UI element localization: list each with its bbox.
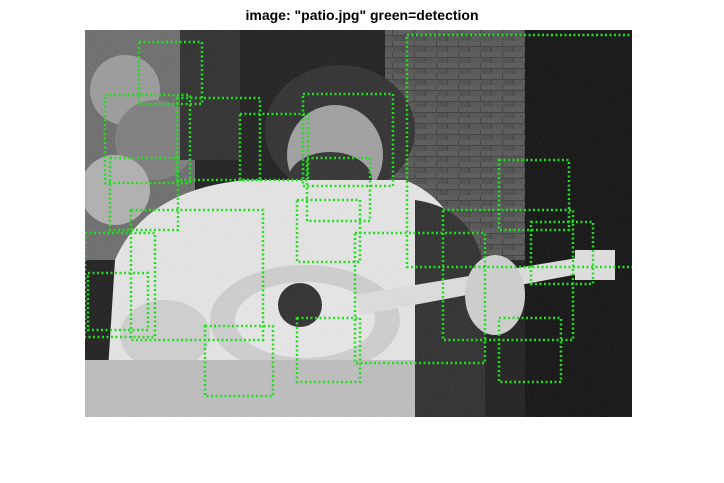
detection-box	[529, 220, 595, 286]
detection-box	[301, 92, 395, 188]
detection-box	[137, 40, 204, 106]
detection-box	[108, 156, 180, 232]
detection-box	[305, 156, 372, 223]
detection-box	[353, 231, 487, 365]
detection-box	[295, 198, 362, 264]
detection-box	[497, 316, 563, 384]
detection-box	[85, 231, 157, 339]
image-axes	[85, 30, 632, 417]
detection-box	[497, 158, 571, 232]
detection-box	[295, 316, 362, 384]
detection-box	[441, 208, 575, 342]
detection-overlay	[85, 33, 632, 398]
detection-box	[238, 112, 310, 182]
figure-title: image: "patio.jpg" green=detection	[245, 7, 479, 23]
detection-box	[86, 271, 150, 332]
